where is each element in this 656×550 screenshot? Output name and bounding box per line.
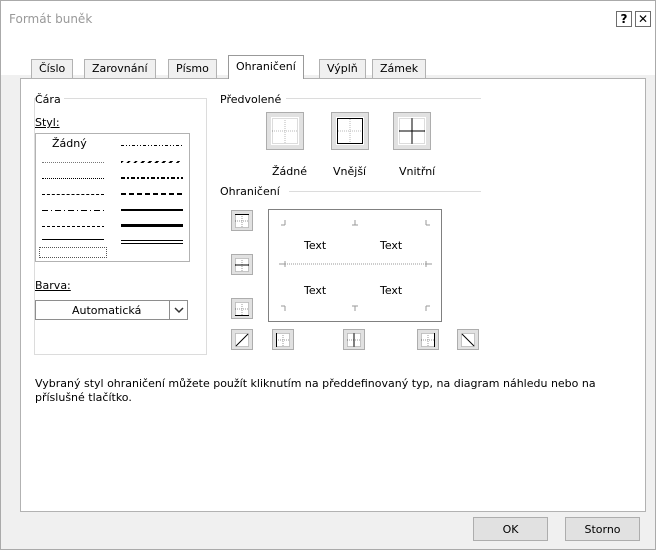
tab-label: Zarovnání (92, 62, 148, 75)
tab-label: Písmo (176, 62, 209, 75)
tab-label: Ohraničení (236, 60, 296, 73)
color-dropdown[interactable]: Automatická (35, 300, 188, 320)
ok-label: OK (502, 522, 519, 536)
border-diagonal-down-button[interactable] (457, 329, 479, 350)
line-style-medium-dash-dot-dot[interactable] (121, 145, 183, 146)
border-inside-horizontal-button[interactable] (231, 254, 253, 275)
line-group-title: Čára (35, 93, 64, 106)
help-button[interactable]: ? (616, 11, 632, 27)
border-inside-vertical-button[interactable] (343, 329, 365, 350)
chevron-down-icon[interactable] (169, 301, 187, 319)
tab-label: Číslo (39, 62, 66, 75)
preset-inside-label: Vnitřní (399, 165, 436, 178)
line-style-slant-dash-dot[interactable] (121, 161, 183, 163)
title-bar: Formát buněk ? ✕ (1, 1, 655, 39)
border-preview-diagram[interactable]: Text Text Text Text (268, 209, 442, 322)
line-style-list[interactable]: Žádný (35, 133, 190, 262)
border-inside-horizontal-icon (235, 258, 249, 272)
border-right-button[interactable] (417, 329, 439, 350)
line-style-medium[interactable] (121, 209, 183, 211)
border-left-button[interactable] (272, 329, 294, 350)
line-style-double[interactable] (121, 240, 183, 244)
format-cells-dialog: Formát buněk ? ✕ Číslo Zarovnání Písmo O… (0, 0, 656, 550)
border-group-title: Ohraničení (220, 185, 283, 198)
cancel-label: Storno (584, 522, 621, 536)
preset-inside-icon (398, 117, 426, 145)
diagonal-down-icon (461, 333, 475, 347)
preset-none-label: Žádné (272, 165, 307, 178)
border-left-icon (276, 333, 290, 347)
tab-protection[interactable]: Zámek (372, 59, 427, 78)
border-top-icon (235, 214, 249, 228)
diagonal-up-icon (235, 333, 249, 347)
style-label: Styl: (35, 116, 60, 129)
line-style-medium-dashed[interactable] (121, 193, 183, 195)
tab-font[interactable]: Písmo (168, 59, 217, 78)
tab-fill[interactable]: Výplň (319, 59, 366, 78)
presets-groupbox-line (286, 98, 481, 99)
line-style-none[interactable]: Žádný (52, 137, 87, 150)
border-bottom-button[interactable] (231, 298, 253, 319)
preset-inside-button[interactable] (393, 112, 431, 150)
border-diagonal-up-button[interactable] (231, 329, 253, 350)
tab-number[interactable]: Číslo (31, 59, 74, 78)
preview-text: Text (380, 284, 403, 297)
line-style-dash-dot[interactable] (42, 210, 104, 211)
preset-none-button[interactable] (266, 112, 304, 150)
preset-outline-button[interactable] (331, 112, 369, 150)
tab-label: Zámek (380, 62, 419, 75)
line-style-medium-dash-dot[interactable] (121, 177, 183, 179)
tab-border[interactable]: Ohraničení (228, 55, 304, 79)
preview-text: Text (304, 239, 327, 252)
close-button[interactable]: ✕ (635, 11, 651, 27)
preset-outline-icon (336, 117, 364, 145)
line-style-hair[interactable] (42, 162, 104, 163)
line-style-selected-frame (39, 247, 107, 258)
line-style-thin[interactable] (42, 239, 104, 241)
line-style-thick[interactable] (121, 224, 183, 227)
preview-text: Text (380, 239, 403, 252)
border-groupbox-line (289, 191, 481, 192)
line-style-dashed[interactable] (42, 226, 104, 227)
border-bottom-icon (235, 302, 249, 316)
tab-label: Výplň (327, 62, 358, 75)
cancel-button[interactable]: Storno (565, 517, 640, 541)
border-tab-panel: Čára Styl: Žádný Barva: Automatická Před… (20, 78, 646, 512)
tab-alignment[interactable]: Zarovnání (84, 59, 156, 78)
window-title: Formát buněk (9, 12, 93, 26)
color-dropdown-value: Automatická (72, 304, 142, 317)
border-right-icon (421, 333, 435, 347)
presets-group-title: Předvolené (220, 93, 285, 106)
preset-none-icon (271, 117, 299, 145)
ok-button[interactable]: OK (473, 517, 548, 541)
color-label: Barva: (35, 279, 71, 292)
instruction-text: Vybraný styl ohraničení můžete použít kl… (35, 377, 596, 404)
border-inside-vertical-icon (347, 333, 361, 347)
preset-outline-label: Vnější (333, 165, 367, 178)
close-icon: ✕ (637, 12, 649, 26)
help-icon: ? (620, 12, 628, 26)
line-style-dotted[interactable] (42, 178, 104, 179)
border-top-button[interactable] (231, 210, 253, 231)
line-style-dash-dot-dot[interactable] (42, 194, 104, 195)
preview-text: Text (304, 284, 327, 297)
